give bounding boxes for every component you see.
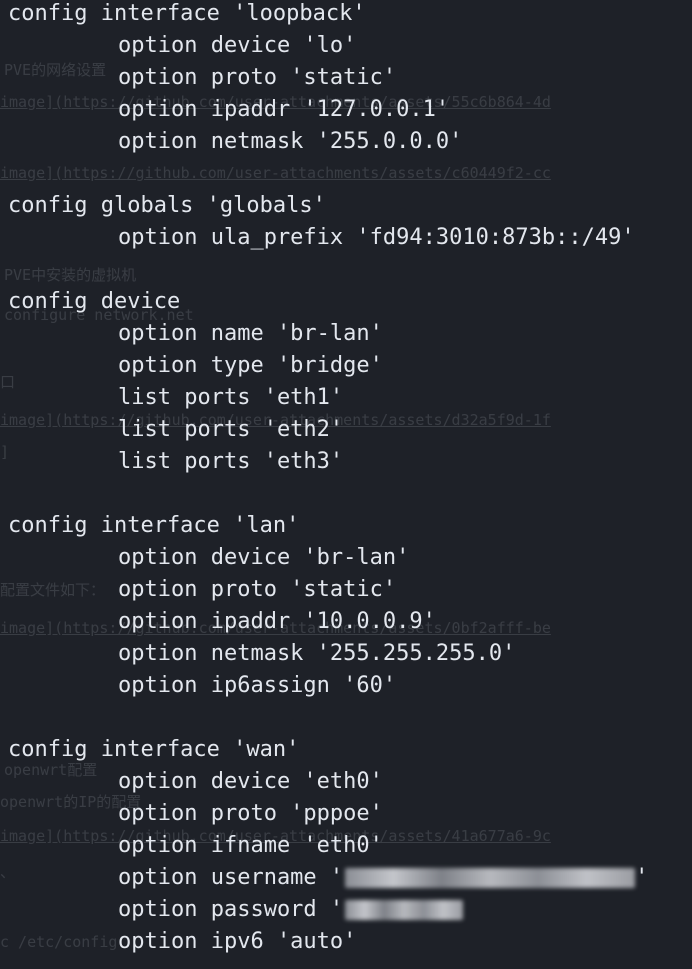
code-line: list ports 'eth2' [8,414,648,446]
username-redaction [345,868,636,888]
code-text: option proto 'pppoe' [118,801,383,826]
code-text: config interface 'loopback' [8,1,366,26]
code-line: option name 'br-lan' [8,318,648,350]
code-line: option ifname 'eth0' [8,830,648,862]
code-line: option device 'eth0' [8,766,648,798]
code-line: option device 'br-lan' [8,542,648,574]
code-text: option proto 'static' [118,577,397,602]
code-text: option proto 'static' [118,65,397,90]
code-line: option proto 'static' [8,62,648,94]
code-line: option username ' ' [8,862,648,894]
code-line: option ip6assign '60' [8,670,648,702]
code-text: config globals 'globals' [8,193,326,218]
code-quote: ' [635,865,649,890]
code-line: option password ' [8,894,648,926]
code-text: option name 'br-lan' [118,321,383,346]
code-text: option ifname 'eth0' [118,833,383,858]
code-text: option device 'br-lan' [118,545,410,570]
code-text: option netmask '255.0.0.0' [118,129,463,154]
code-line: config interface 'lan' [8,510,648,542]
password-redaction [345,900,464,920]
code-text: config device [8,289,181,314]
code-line: option type 'bridge' [8,350,648,382]
code-line: config interface 'wan' [8,734,648,766]
code-line: option ula_prefix 'fd94:3010:873b::/49' [8,222,648,254]
code-text: list ports 'eth1' [118,385,344,410]
code-line: list ports 'eth3' [8,446,648,478]
code-line: list ports 'eth1' [8,382,648,414]
code-text: option type 'bridge' [118,353,383,378]
code-text: option ipaddr '10.0.0.9' [118,609,436,634]
code-line: config interface 'loopback' [8,0,648,30]
code-text: option ip6assign '60' [118,673,397,698]
code-line: option proto 'static' [8,574,648,606]
code-line: option netmask '255.0.0.0' [8,126,648,158]
config-code-block: config interface 'loopback' option device… [8,0,648,958]
code-text: option netmask '255.255.255.0' [118,641,516,666]
code-line: config device [8,286,648,318]
code-text: option device 'lo' [118,33,357,58]
code-text: list ports 'eth2' [118,417,344,442]
code-text: option username ' [118,865,344,890]
code-text: option ula_prefix 'fd94:3010:873b::/49' [118,225,635,250]
code-line: option netmask '255.255.255.0' [8,638,648,670]
code-text: option ipv6 'auto' [118,929,357,954]
code-line: config globals 'globals' [8,190,648,222]
code-line: option device 'lo' [8,30,648,62]
code-line: option ipaddr '10.0.0.9' [8,606,648,638]
code-text: option password ' [118,897,344,922]
code-text: config interface 'lan' [8,513,300,538]
code-line: option ipv6 'auto' [8,926,648,958]
code-text: list ports 'eth3' [118,449,344,474]
code-line: option ipaddr '127.0.0.1' [8,94,648,126]
code-text: option device 'eth0' [118,769,383,794]
code-text: option ipaddr '127.0.0.1' [118,97,450,122]
code-line: option proto 'pppoe' [8,798,648,830]
code-text: config interface 'wan' [8,737,300,762]
